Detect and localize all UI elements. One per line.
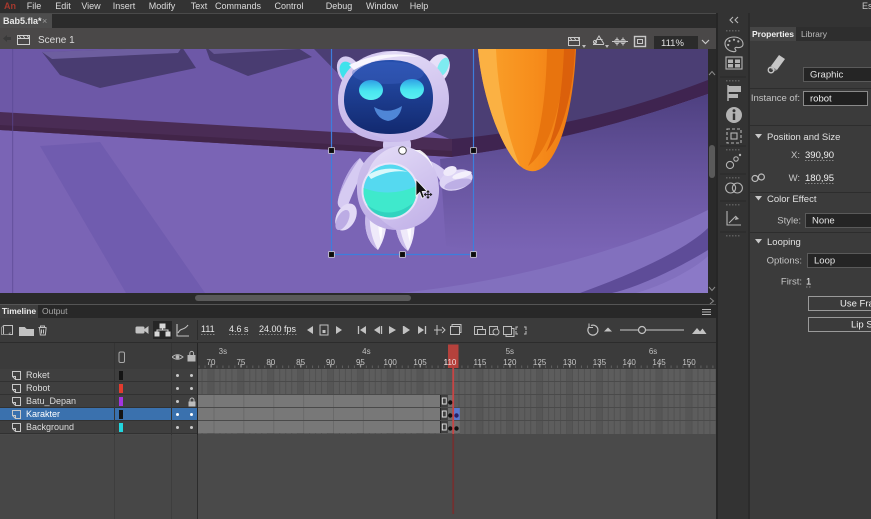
svg-text:145: 145 xyxy=(652,358,666,367)
svg-text:W:: W: xyxy=(789,173,800,184)
svg-text:120: 120 xyxy=(503,358,517,367)
svg-text:100: 100 xyxy=(384,358,398,367)
svg-text:Color Effect: Color Effect xyxy=(767,194,817,205)
svg-text:X:: X: xyxy=(791,150,800,161)
svg-text:75: 75 xyxy=(236,358,245,367)
svg-text:Graphic: Graphic xyxy=(810,70,844,81)
svg-text:Style:: Style: xyxy=(777,216,801,227)
svg-text:115: 115 xyxy=(474,358,487,367)
svg-text:90: 90 xyxy=(326,358,335,367)
svg-text:135: 135 xyxy=(593,358,607,367)
svg-text:70: 70 xyxy=(207,358,216,367)
svg-text:95: 95 xyxy=(356,358,365,367)
svg-text:150: 150 xyxy=(682,358,696,367)
svg-text:5s: 5s xyxy=(506,347,514,356)
svg-text:105: 105 xyxy=(413,358,427,367)
svg-text:6s: 6s xyxy=(649,347,657,356)
svg-text:Looping: Looping xyxy=(767,237,801,248)
svg-text:130: 130 xyxy=(563,358,577,367)
svg-text:Loop: Loop xyxy=(814,256,835,267)
svg-text:Options:: Options: xyxy=(767,256,802,267)
svg-text:80: 80 xyxy=(266,358,275,367)
svg-text:Position and Size: Position and Size xyxy=(767,132,840,143)
svg-text:180,95: 180,95 xyxy=(805,173,834,184)
svg-text:85: 85 xyxy=(296,358,305,367)
svg-text:First:: First: xyxy=(781,277,802,288)
svg-text:4s: 4s xyxy=(362,347,370,356)
svg-text:140: 140 xyxy=(623,358,637,367)
svg-text:None: None xyxy=(812,216,835,227)
svg-text:Lip S: Lip S xyxy=(851,320,871,331)
svg-text:Use Fra: Use Fra xyxy=(840,299,871,310)
svg-text:390,90: 390,90 xyxy=(805,150,834,161)
svg-text:robot: robot xyxy=(810,94,832,105)
svg-text:125: 125 xyxy=(533,358,547,367)
svg-text:Instance of:: Instance of: xyxy=(751,93,800,104)
svg-text:1: 1 xyxy=(806,277,811,288)
svg-text:110: 110 xyxy=(444,358,457,367)
svg-text:3s: 3s xyxy=(219,347,227,356)
